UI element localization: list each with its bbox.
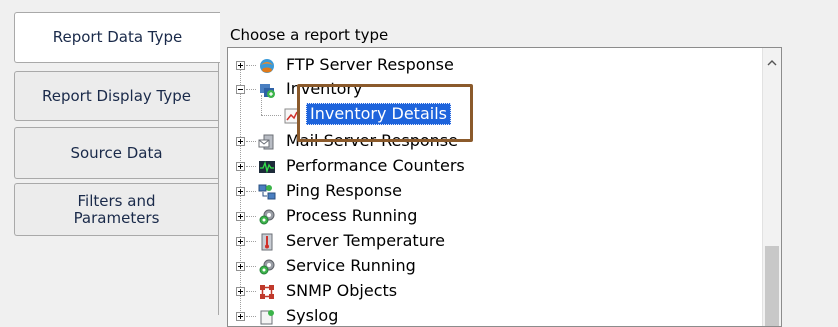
collapse-icon[interactable] [236,85,245,94]
tree-item-label: Mail Server Response [286,131,458,150]
tree-connector [246,316,256,317]
tree-item-label: Process Running [286,206,418,225]
tab-report-data-type[interactable]: Report Data Type [14,12,220,63]
performance-icon [259,160,275,174]
tree-connector [246,191,256,192]
tab-label: Source Data [70,143,163,162]
tree-item-label: Server Temperature [286,231,445,250]
tree-item-label: Ping Response [286,181,402,200]
tab-separator [218,62,219,315]
tree-connector [261,115,281,116]
tree-connector [246,241,256,242]
expand-icon[interactable] [236,61,245,70]
tree-connector [246,141,256,142]
tree-connector [246,291,256,292]
tab-label: Report Display Type [41,86,191,105]
mail-server-icon [258,134,274,150]
tree-connector [246,166,256,167]
tree-item-label: Syslog [286,306,339,325]
panel-title: Choose a report type [230,26,389,44]
expand-icon[interactable] [236,237,245,246]
report-type-tree[interactable]: FTP Server Response Inventory Inventory … [227,47,782,327]
report-tabs: Report Data Type Report Display Type Sou… [0,0,220,315]
tab-filters-and-parameters[interactable]: Filters and Parameters [14,183,218,236]
temperature-icon [261,233,273,251]
tab-report-display-type[interactable]: Report Display Type [14,71,218,121]
tree-connector [246,65,256,66]
scroll-track[interactable] [766,76,778,246]
ftp-server-icon [260,59,274,73]
process-icon [259,209,275,225]
service-icon [259,259,275,275]
tree-item-label: Performance Counters [286,156,465,175]
expand-icon[interactable] [236,312,245,321]
tree-connector [246,266,256,267]
chevron-up-icon [767,59,777,65]
expand-icon[interactable] [236,262,245,271]
tab-source-data[interactable]: Source Data [14,127,218,179]
scroll-up-button[interactable] [763,48,781,76]
expand-icon[interactable] [236,137,245,146]
tree-item-label: SNMP Objects [286,281,398,300]
tree-item-label: FTP Server Response [286,55,454,74]
ping-icon [258,184,276,200]
tab-label: Filters and Parameters [73,191,160,227]
expand-icon[interactable] [236,287,245,296]
tree-connector [246,216,256,217]
report-icon [284,108,300,124]
tree-item-label: Inventory [286,79,363,98]
expand-icon[interactable] [236,212,245,221]
expand-icon[interactable] [236,187,245,196]
tree-connector [246,89,256,90]
syslog-icon [260,310,274,325]
snmp-icon [260,285,274,299]
tree-scrollbar[interactable] [762,48,781,326]
expand-icon[interactable] [236,162,245,171]
tree-item-label: Inventory Details [306,103,451,125]
inventory-icon [260,84,275,98]
tab-label: Report Data Type [52,28,183,46]
tree-item-label: Service Running [286,256,416,275]
